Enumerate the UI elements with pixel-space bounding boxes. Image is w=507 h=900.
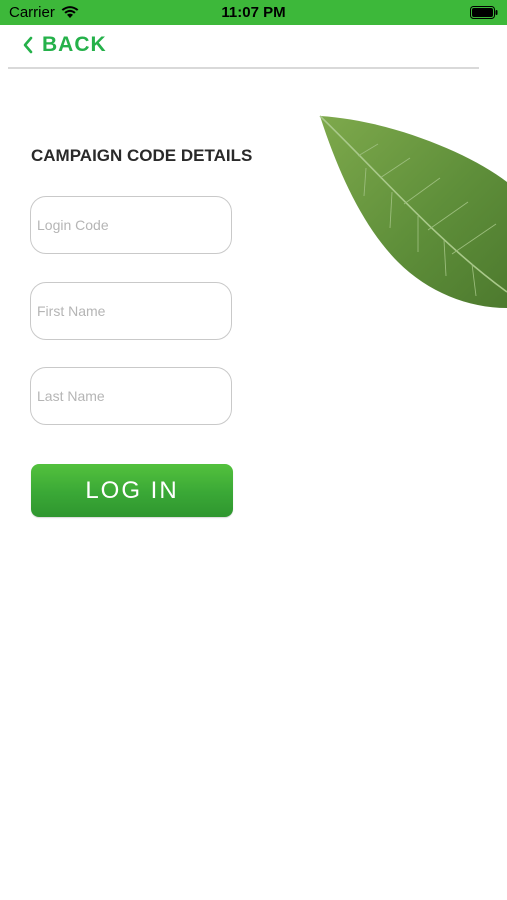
nav-divider [8,67,479,69]
login-button[interactable]: LOG IN [31,464,233,517]
back-label: BACK [42,33,107,56]
login-code-input[interactable] [30,196,232,254]
battery-icon [470,6,498,19]
back-button[interactable]: BACK [22,33,107,57]
chevron-left-icon [23,36,33,54]
navigation-bar: BACK [0,25,507,69]
last-name-input[interactable] [30,367,232,425]
status-bar: Carrier 11:07 PM [0,0,507,25]
leaf-image [319,115,507,308]
status-time: 11:07 PM [221,4,286,21]
form-title: CAMPAIGN CODE DETAILS [31,146,253,165]
first-name-input[interactable] [30,282,232,340]
